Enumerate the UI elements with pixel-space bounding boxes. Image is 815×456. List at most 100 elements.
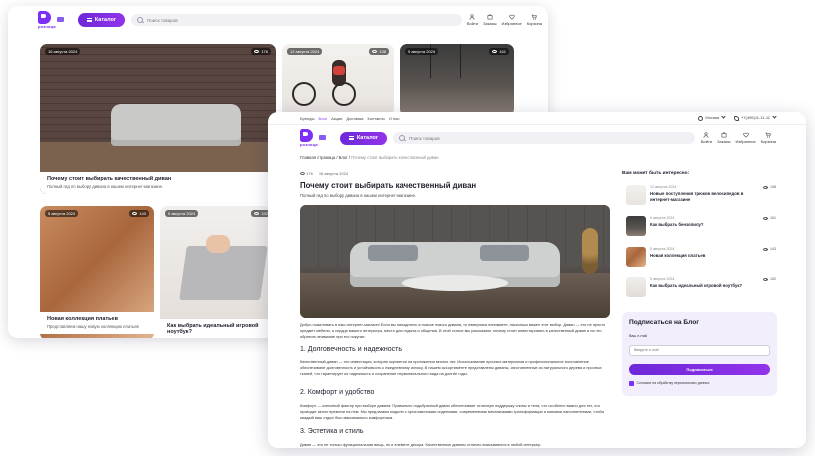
related-article[interactable]: 9 августа 2024 Как выбрать бензопилу? 16…: [626, 216, 776, 240]
search-input[interactable]: [147, 17, 456, 23]
chevron-down-icon: [772, 114, 777, 119]
hero-pillow: [479, 244, 530, 262]
related-article[interactable]: 12 августа 2024 Новые поступления трюков…: [626, 185, 776, 209]
search-box[interactable]: [393, 132, 695, 144]
card-text: Новая коллекция платьев Представляем наш…: [40, 312, 154, 334]
cart-button[interactable]: Корзина: [761, 132, 776, 144]
blog-card-bike[interactable]: 12 августа 2024 138: [282, 44, 394, 116]
login-label: Войти: [700, 139, 713, 144]
header-actions: Войти Заказы Избранное Корзина: [467, 14, 542, 26]
eye-icon: [132, 212, 138, 215]
phone-selector[interactable]: +7(495)11-11-11: [733, 114, 777, 121]
article-lead: Полный гид по выбору дивана в нашем инте…: [300, 193, 417, 198]
eye-icon: [763, 185, 768, 189]
menu-icon: [348, 135, 354, 141]
breadcrumb-blog[interactable]: Блог: [339, 155, 348, 160]
related-article[interactable]: 5 августа 2024 Как выбрать идеальный игр…: [626, 277, 776, 301]
search-box[interactable]: [131, 14, 462, 26]
logo[interactable]: розница: [300, 129, 326, 147]
card-date: 12 августа 2024: [287, 48, 323, 55]
article-meta: 176 16 августа 2024: [300, 171, 348, 176]
article-window: Бренды Блог Акции Доставка Контакты О на…: [268, 112, 806, 448]
top-bar: Бренды Блог Акции Доставка Контакты О на…: [268, 112, 806, 125]
top-nav-link[interactable]: О нас: [389, 116, 400, 121]
favorites-button[interactable]: Избранное: [735, 132, 756, 144]
top-nav-link[interactable]: Контакты: [368, 116, 385, 121]
cart-icon: [765, 132, 772, 138]
blog-card-kitchen[interactable]: 9 августа 2024 161: [400, 44, 514, 116]
login-button[interactable]: Войти: [701, 132, 712, 144]
favorites-button[interactable]: Избранное: [501, 14, 522, 26]
breadcrumb: Главная страница / Блог / Почему стоит в…: [300, 155, 439, 160]
card-subtitle: Представляем нашу новую коллекцию платье…: [47, 324, 139, 329]
card-image-wheel: [332, 81, 356, 106]
related-article[interactable]: 5 августа 2024 Новая коллекция платьев 1…: [626, 247, 776, 271]
breadcrumb-home[interactable]: Главная страница: [300, 155, 335, 160]
article-views: 176: [300, 171, 313, 176]
card-views-count: 143: [139, 211, 146, 216]
blog-card-sofa[interactable]: 16 августа 2024 176 Почему стоит выбират…: [40, 44, 276, 194]
favorites-label: Избранное: [735, 139, 756, 144]
article-date: 16 августа 2024: [318, 171, 349, 176]
eye-icon: [254, 212, 260, 215]
orders-button[interactable]: Заказы: [483, 14, 496, 26]
catalog-label: Каталог: [94, 17, 117, 23]
related-date: 5 августа 2024: [650, 277, 675, 281]
related-date: 5 августа 2024: [650, 247, 675, 251]
card-date: 5 августа 2024: [45, 210, 79, 217]
login-label: Войти: [466, 21, 479, 26]
related-views-count: 138: [770, 185, 776, 189]
orders-button[interactable]: Заказы: [717, 132, 730, 144]
search-input[interactable]: [409, 135, 689, 141]
related-title: Новая коллекция платьев: [650, 253, 706, 258]
user-icon: [470, 14, 475, 20]
catalog-button[interactable]: Каталог: [339, 131, 388, 145]
blog-card-dress[interactable]: 5 августа 2024 143 Новая коллекция плать…: [40, 206, 154, 338]
eye-icon: [300, 172, 305, 175]
orders-icon: [721, 132, 727, 138]
catalog-button[interactable]: Каталог: [77, 13, 126, 27]
email-field[interactable]: [629, 344, 770, 356]
eye-icon: [763, 216, 768, 220]
card-title: Новая коллекция платьев: [47, 316, 118, 322]
card-title: Почему стоит выбирать качественный диван: [47, 176, 172, 182]
logo[interactable]: розница: [38, 11, 64, 29]
related-views-count: 161: [770, 216, 776, 220]
article-paragraph-2: Комфорт — ключевой фактор при выборе див…: [300, 403, 605, 420]
subscribe-button[interactable]: Подписаться: [629, 364, 770, 375]
card-views-count: 138: [379, 49, 386, 54]
heart-icon: [508, 14, 515, 20]
sidebar-heading: Вам может быть интересно:: [622, 171, 690, 176]
top-nav-link[interactable]: Бренды: [300, 116, 315, 121]
related-views: 143: [763, 247, 776, 251]
card-image-wheel: [292, 81, 316, 106]
related-views-count: 143: [770, 247, 776, 251]
card-title: Как выбрать идеальный игровой ноутбук?: [167, 323, 259, 335]
top-nav-link[interactable]: Акции: [331, 116, 342, 121]
article-heading-2: 2. Комфорт и удобство: [300, 389, 375, 396]
logo-mark-icon: [38, 11, 51, 24]
related-date: 9 августа 2024: [650, 216, 675, 220]
top-nav-link[interactable]: Доставка: [346, 116, 363, 121]
orders-icon: [487, 14, 493, 20]
eye-icon: [254, 50, 260, 53]
hero-pillow: [368, 244, 418, 262]
checkbox-checked-icon[interactable]: [629, 381, 634, 386]
login-button[interactable]: Войти: [467, 14, 478, 26]
catalog-label: Каталог: [356, 135, 379, 141]
related-views: 138: [763, 185, 776, 189]
article-intro: Добро пожаловать в наш интернет-магазин!…: [300, 322, 606, 339]
cart-button[interactable]: Корзина: [527, 14, 542, 26]
consent-row[interactable]: Согласие на обработку персональных данны…: [629, 381, 770, 386]
city-selector[interactable]: Москва: [698, 114, 726, 121]
top-nav-link-active[interactable]: Блог: [319, 116, 328, 121]
eye-icon: [763, 247, 768, 251]
article-paragraph-3: Диван — это не только функциональная вещ…: [300, 442, 542, 447]
logo-badge-icon: [318, 135, 326, 140]
search-icon: [399, 135, 406, 141]
card-views: 161: [489, 48, 509, 55]
related-title: Новые поступления трюков велосипедов в и…: [650, 191, 744, 202]
related-thumb: [626, 185, 646, 205]
blog-card-laptop[interactable]: 5 августа 2024 152 Как выбрать идеальный…: [160, 206, 276, 338]
email-label: Ваш e-mail: [629, 334, 648, 338]
